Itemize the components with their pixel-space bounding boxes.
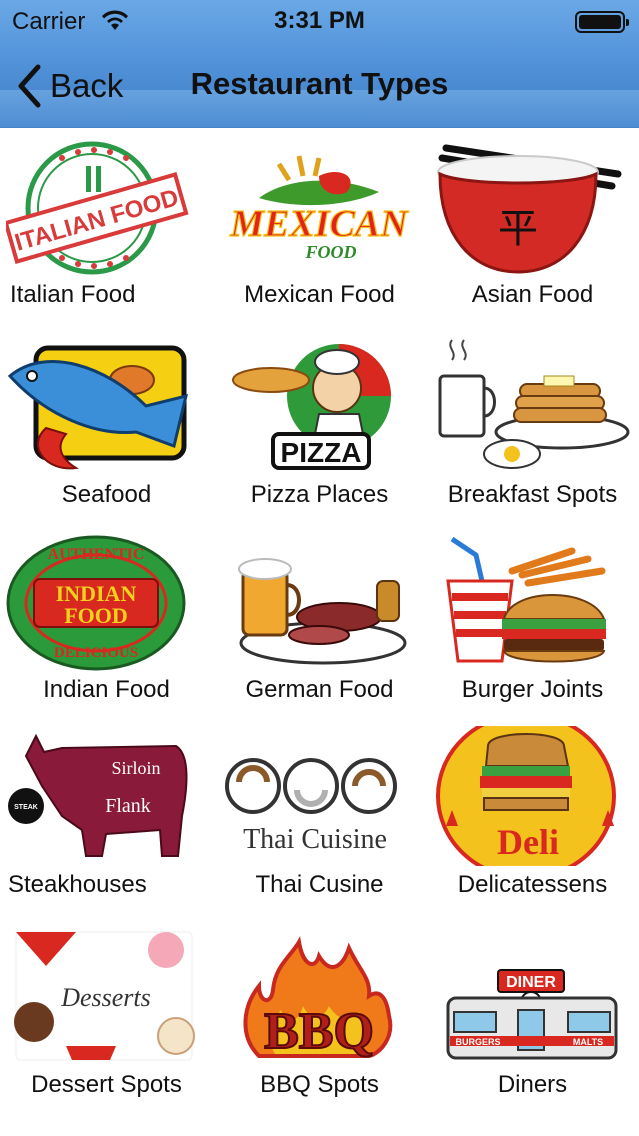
asian-food-logo: 平	[437, 144, 622, 274]
svg-text:BURGERS: BURGERS	[455, 1037, 500, 1047]
category-label: Delicatessens	[457, 871, 608, 898]
navigation-bar: Carrier 3:31 PM Back Restaurant Types	[0, 0, 639, 128]
category-dessert-spots[interactable]: Desserts Dessert Spots	[0, 918, 213, 1108]
svg-text:DINER: DINER	[506, 974, 556, 991]
category-italian-food[interactable]: ITALIAN FOOD Italian Food	[0, 128, 213, 318]
svg-text:Thai Cuisine: Thai Cuisine	[243, 824, 387, 855]
svg-text:MALTS: MALTS	[573, 1037, 603, 1047]
svg-text:平: 平	[498, 206, 538, 252]
delicatessens-logo: Deli	[436, 726, 616, 866]
category-label: Seafood	[61, 481, 152, 508]
svg-text:BBQ: BBQ	[264, 1003, 374, 1060]
thai-cusine-logo: Thai Cuisine	[225, 758, 397, 855]
category-indian-food[interactable]: AUTHENTIC INDIAN FOOD DELICIOUS Indian F…	[0, 523, 213, 713]
category-steakhouses[interactable]: Sirloin Flank STEAK Steakhouses	[0, 718, 213, 908]
diners-logo: DINER BURGERS MALTS	[446, 969, 618, 1060]
category-mexican-food[interactable]: MEXICAN FOOD Mexican Food	[213, 128, 426, 318]
category-label: Burger Joints	[461, 676, 604, 703]
category-label: Breakfast Spots	[447, 481, 618, 508]
mexican-food-logo: MEXICAN FOOD	[229, 155, 410, 262]
status-bar: Carrier 3:31 PM	[0, 0, 639, 44]
svg-text:Deli: Deli	[497, 822, 559, 862]
category-label: Asian Food	[471, 281, 594, 308]
svg-text:AUTHENTIC: AUTHENTIC	[48, 546, 145, 563]
svg-text:DELICIOUS: DELICIOUS	[54, 645, 138, 661]
category-label: Dessert Spots	[31, 1071, 182, 1098]
restaurant-type-grid: ITALIAN FOOD Italian Food MEXICAN FOOD M…	[0, 128, 639, 1136]
clock: 3:31 PM	[274, 7, 365, 34]
category-label: Mexican Food	[244, 281, 395, 308]
svg-text:Desserts: Desserts	[60, 983, 151, 1012]
category-label: Thai Cusine	[255, 871, 384, 898]
category-diners[interactable]: DINER BURGERS MALTS Diners	[426, 918, 639, 1108]
steakhouses-logo: Sirloin Flank STEAK	[8, 733, 188, 857]
svg-text:MEXICAN: MEXICAN	[229, 203, 409, 245]
svg-text:PIZZA: PIZZA	[281, 437, 362, 468]
category-label: German Food	[245, 676, 394, 703]
category-seafood[interactable]: Seafood	[0, 328, 213, 518]
category-label: Pizza Places	[250, 481, 389, 508]
category-thai-cusine[interactable]: Thai Cuisine Thai Cusine	[213, 718, 426, 908]
pizza-places-logo: PIZZA	[232, 344, 391, 470]
category-german-food[interactable]: German Food	[213, 523, 426, 713]
category-label: Diners	[497, 1071, 568, 1098]
category-label: Indian Food	[43, 676, 170, 703]
category-asian-food[interactable]: 平 Asian Food	[426, 128, 639, 318]
page-title: Restaurant Types	[190, 66, 449, 101]
category-label: BBQ Spots	[260, 1071, 379, 1098]
category-label: Italian Food	[10, 281, 136, 308]
category-breakfast-spots[interactable]: Breakfast Spots	[426, 328, 639, 518]
burger-joints-logo	[446, 536, 606, 663]
seafood-logo	[7, 345, 189, 470]
breakfast-spots-logo	[438, 339, 630, 469]
indian-food-logo: AUTHENTIC INDIAN FOOD DELICIOUS	[6, 535, 186, 671]
svg-text:Flank: Flank	[105, 795, 151, 817]
svg-text:FOOD: FOOD	[304, 242, 356, 262]
svg-text:FOOD: FOOD	[64, 603, 128, 628]
category-delicatessens[interactable]: Deli Delicatessens	[426, 718, 639, 908]
dessert-spots-logo: Desserts	[14, 931, 195, 1061]
category-bbq-spots[interactable]: BBQ BBQ Spots	[213, 918, 426, 1108]
battery-icon	[575, 11, 629, 33]
category-burger-joints[interactable]: Burger Joints	[426, 523, 639, 713]
svg-text:STEAK: STEAK	[14, 804, 38, 811]
category-label: Steakhouses	[8, 871, 147, 898]
category-pizza-places[interactable]: PIZZA Pizza Places	[213, 328, 426, 518]
bbq-spots-logo: BBQ	[243, 936, 393, 1061]
german-food-logo	[238, 558, 407, 665]
italian-food-logo: ITALIAN FOOD	[6, 141, 189, 275]
svg-text:Sirloin: Sirloin	[111, 758, 160, 778]
